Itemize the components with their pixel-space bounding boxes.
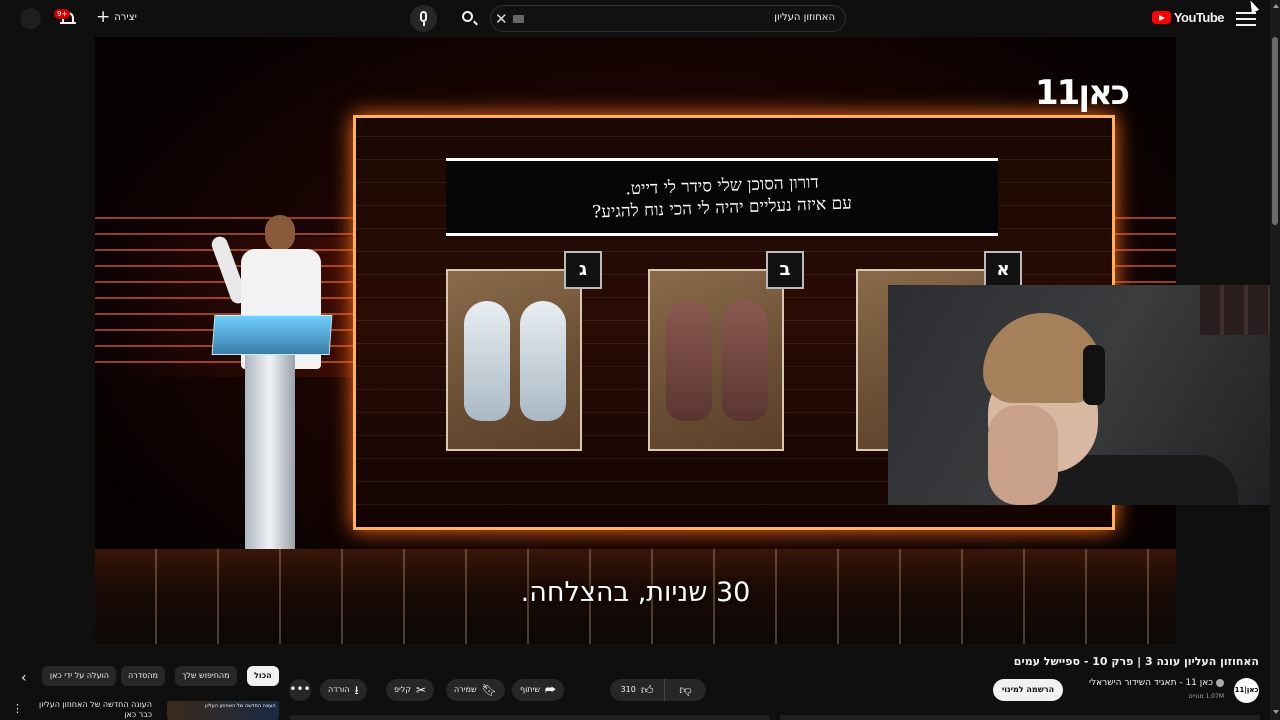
chevron-left-icon[interactable]: ‹ [21, 670, 27, 686]
option-letter: ב [766, 251, 804, 289]
recommendation-title[interactable]: העונה החדשה של האחוזון העליון כבר כאן [32, 700, 152, 720]
mic-icon [420, 11, 427, 22]
voice-search-button[interactable] [410, 5, 437, 32]
scissors-icon: ✂ [416, 683, 427, 697]
scrollbar-thumb[interactable] [1272, 37, 1278, 225]
like-button[interactable]: 👍︎ 310 [610, 679, 664, 701]
recommendation-thumbnail[interactable]: העונה החדשה של האחוזון העליון [167, 701, 279, 720]
clip-label: קליפ [394, 685, 412, 694]
broadcaster-logo: כאן11 [1034, 73, 1130, 113]
download-label: הורדה [328, 685, 350, 694]
search-icon [462, 11, 473, 22]
share-icon: ⮫ [545, 683, 557, 697]
like-dislike-group: 👍︎ 310 👎︎ [610, 679, 706, 701]
plus-icon: + [96, 7, 111, 27]
video-info: האחוזון העליון עונה 3 | פרק 10 - ספיישל … [0, 644, 1270, 720]
option-card-sneakers [446, 269, 582, 451]
search-value: האחוזון העליון [774, 12, 835, 23]
divider [780, 715, 1260, 720]
download-icon: ⭳ [354, 683, 359, 697]
search-button[interactable] [455, 5, 482, 32]
podium [211, 315, 333, 555]
video-subtitle: 30 שניות, בהצלחה. [520, 577, 751, 608]
chip-uploaded-by[interactable]: הועלה על ידי כאן [42, 666, 116, 686]
channel-name[interactable]: כאן 11 - תאגיד השידור הישראלי [1089, 678, 1224, 688]
chip-from-series[interactable]: מהסדרה [121, 666, 165, 686]
create-button[interactable]: + יצירה [96, 9, 137, 26]
top-bar: 9+ + יצירה ✕ האחוזון העליון YouTube [0, 0, 1280, 37]
divider [290, 715, 770, 720]
thumbs-up-icon: 👍︎ [640, 683, 654, 697]
chip-all[interactable]: הכול [247, 666, 279, 686]
youtube-logo[interactable]: YouTube [1151, 10, 1225, 25]
share-label: שיתוף [520, 685, 541, 694]
kebab-menu-icon[interactable]: ⋮ [12, 702, 23, 715]
option-letter: ג [564, 251, 602, 289]
share-button[interactable]: ⮫ שיתוף [512, 679, 565, 701]
save-button[interactable]: 🔖︎ שמירה [446, 679, 505, 701]
scroll-up-icon[interactable] [1273, 4, 1279, 8]
subscribe-button[interactable]: הרשמה למינוי [993, 679, 1063, 701]
dislike-button[interactable]: 👎︎ [664, 679, 706, 701]
chip-from-search[interactable]: מהחיפוש שלך [175, 666, 237, 686]
logo-text: YouTube [1173, 10, 1225, 25]
bookmark-icon: 🔖︎ [481, 683, 497, 697]
subscriber-count: 1.07M מנויים [1188, 693, 1224, 700]
more-actions-button[interactable]: ••• [289, 679, 311, 701]
page-scrollbar[interactable] [1270, 0, 1280, 720]
thumbnail-text: העונה החדשה של האחוזון העליון [205, 703, 276, 709]
clip-button[interactable]: ✂ קליפ [386, 679, 435, 701]
notification-badge: 9+ [54, 9, 71, 19]
close-icon[interactable]: ✕ [495, 10, 508, 28]
option-card-boots [648, 269, 784, 451]
keyboard-icon[interactable] [513, 15, 524, 23]
account-avatar[interactable] [20, 8, 41, 29]
create-label: יצירה [114, 12, 137, 23]
option-letter: א [984, 251, 1022, 289]
channel-avatar[interactable]: כאן|11 [1234, 678, 1259, 703]
verified-icon [1216, 678, 1224, 687]
headset-icon [1083, 345, 1105, 405]
video-title: האחוזון העליון עונה 3 | פרק 10 - ספיישל … [1013, 655, 1259, 668]
like-count: 310 [620, 685, 636, 694]
thumbs-down-icon: 👎︎ [679, 683, 692, 697]
download-button[interactable]: ⭳ הורדה [320, 679, 367, 701]
search-input[interactable]: ✕ האחוזון העליון [490, 5, 846, 32]
youtube-play-icon [1151, 11, 1171, 24]
scroll-down-icon[interactable] [1273, 710, 1279, 714]
question-panel: דורון הסוכן שלי סידר לי דייט. עם איזה נע… [446, 158, 998, 236]
save-label: שמירה [454, 685, 477, 694]
webcam-overlay [888, 285, 1280, 505]
